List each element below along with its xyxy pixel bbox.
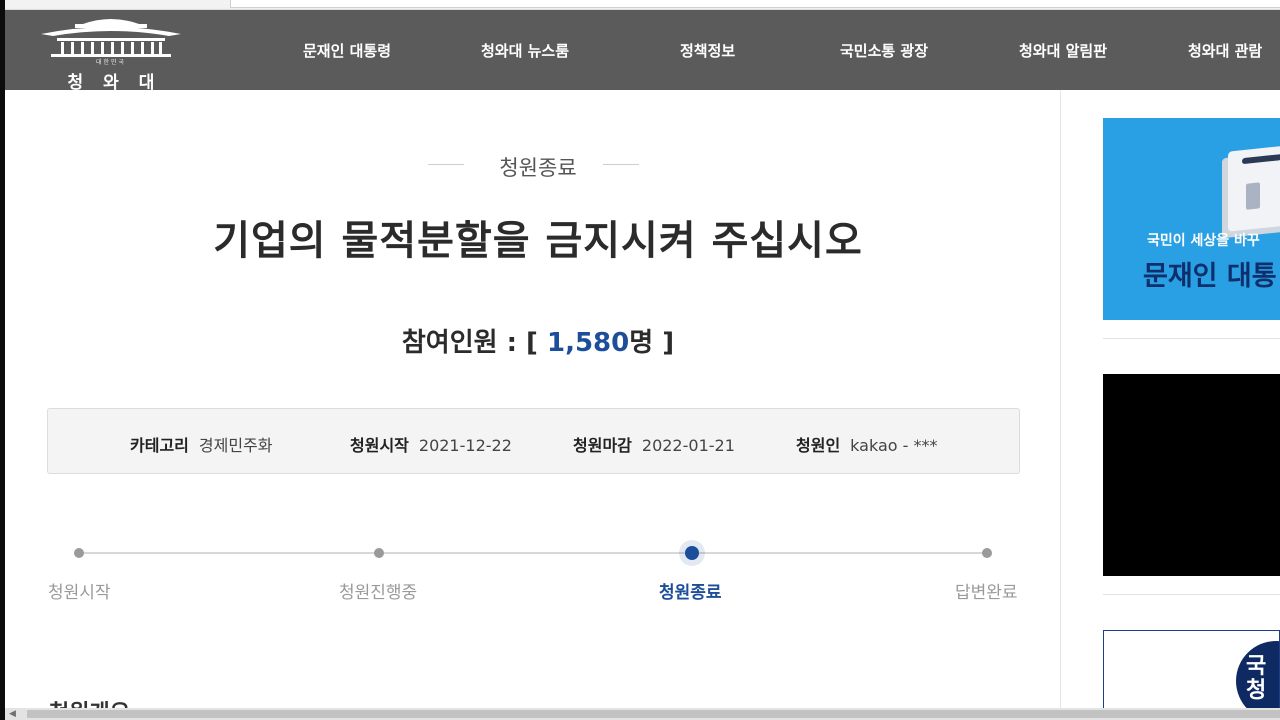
info-key: 청원인 bbox=[796, 436, 841, 455]
nav-tour[interactable]: 청와대 관람 bbox=[1188, 40, 1262, 61]
petition-status-heading: 청원종료 bbox=[499, 156, 577, 180]
step-label-progress: 청원진행중 bbox=[339, 583, 418, 603]
status-divider-right bbox=[603, 164, 639, 165]
step-dot-closed bbox=[685, 546, 699, 560]
browser-top-strip bbox=[5, 0, 1280, 10]
info-value: kakao - *** bbox=[850, 436, 938, 455]
nav-newsroom[interactable]: 청와대 뉴스룸 bbox=[481, 40, 569, 61]
info-value: 경제민주화 bbox=[198, 436, 273, 455]
info-key: 청원시작 bbox=[350, 436, 409, 455]
step-dot-start bbox=[74, 548, 84, 558]
nav-president[interactable]: 문재인 대통령 bbox=[303, 40, 391, 61]
info-value: 2022-01-21 bbox=[641, 436, 735, 455]
info-key: 청원마감 bbox=[573, 436, 632, 455]
sidebar-divider bbox=[1103, 338, 1280, 339]
browser-viewport: 대한민국 청와대 문재인 대통령 청와대 뉴스룸 정책정보 국민소통 광장 청와… bbox=[0, 0, 1280, 720]
ballot-box-icon bbox=[1228, 144, 1280, 232]
blue-house-roof-icon bbox=[41, 19, 181, 57]
banner-subtitle: 국민이 세상을 바꾸 bbox=[1147, 233, 1260, 249]
video-banner[interactable] bbox=[1103, 374, 1280, 576]
scrollbar-thumb[interactable] bbox=[27, 710, 1280, 718]
step-label-start: 청원시작 bbox=[48, 583, 111, 603]
horizontal-scrollbar[interactable]: ◀ bbox=[5, 708, 1280, 720]
info-end: 청원마감 2022-01-21 bbox=[573, 432, 735, 456]
sidebar-divider bbox=[1103, 594, 1280, 595]
nav-notice[interactable]: 청와대 알림판 bbox=[1019, 40, 1107, 61]
petition-banner[interactable]: 국 청 bbox=[1103, 630, 1280, 720]
participant-count: 참여인원 : [ 1,580명 ] bbox=[5, 322, 1071, 359]
scroll-left-arrow-icon[interactable]: ◀ bbox=[9, 708, 19, 720]
logo-caption: 대한민국 bbox=[95, 59, 127, 66]
cheongwadae-logo[interactable]: 대한민국 청와대 bbox=[35, 14, 187, 93]
president-banner[interactable]: 국민이 세상을 바꾸 문재인 대통 bbox=[1103, 118, 1280, 320]
step-label-closed: 청원종료 bbox=[659, 583, 722, 603]
nav-policy[interactable]: 정책정보 bbox=[680, 40, 735, 61]
nav-communication[interactable]: 국민소통 광장 bbox=[840, 40, 928, 61]
step-dot-progress bbox=[374, 548, 384, 558]
count-suffix: 명 ] bbox=[629, 328, 675, 358]
step-dot-answered bbox=[982, 548, 992, 558]
info-key: 카테고리 bbox=[130, 436, 189, 455]
petition-title: 기업의 물적분할을 금지시켜 주십시오 bbox=[213, 218, 863, 264]
address-strip bbox=[230, 0, 1280, 8]
banner-title: 문재인 대통 bbox=[1143, 261, 1277, 292]
info-petitioner: 청원인 kakao - *** bbox=[796, 432, 937, 456]
site-header: 대한민국 청와대 문재인 대통령 청와대 뉴스룸 정책정보 국민소통 광장 청와… bbox=[5, 10, 1280, 93]
info-category: 카테고리 경제민주화 bbox=[130, 432, 273, 456]
banner-circle-text: 국 청 bbox=[1246, 654, 1267, 703]
main-nav: 문재인 대통령 청와대 뉴스룸 정책정보 국민소통 광장 청와대 알림판 청와대… bbox=[245, 10, 1280, 90]
count-value: 1,580 bbox=[547, 328, 630, 358]
right-sidebar: 국민이 세상을 바꾸 문재인 대통 국 청 bbox=[1062, 90, 1280, 720]
info-start: 청원시작 2021-12-22 bbox=[350, 432, 512, 456]
petition-main: 청원종료 기업의 물적분할을 금지시켜 주십시오 참여인원 : [ 1,580명… bbox=[5, 90, 1061, 720]
petition-progress-track bbox=[79, 552, 989, 554]
count-prefix: 참여인원 : [ bbox=[401, 328, 547, 358]
petition-info-box: 카테고리 경제민주화 청원시작 2021-12-22 청원마감 2022-01-21 … bbox=[47, 408, 1020, 474]
step-label-answered: 답변완료 bbox=[955, 583, 1018, 603]
info-value: 2021-12-22 bbox=[418, 436, 512, 455]
